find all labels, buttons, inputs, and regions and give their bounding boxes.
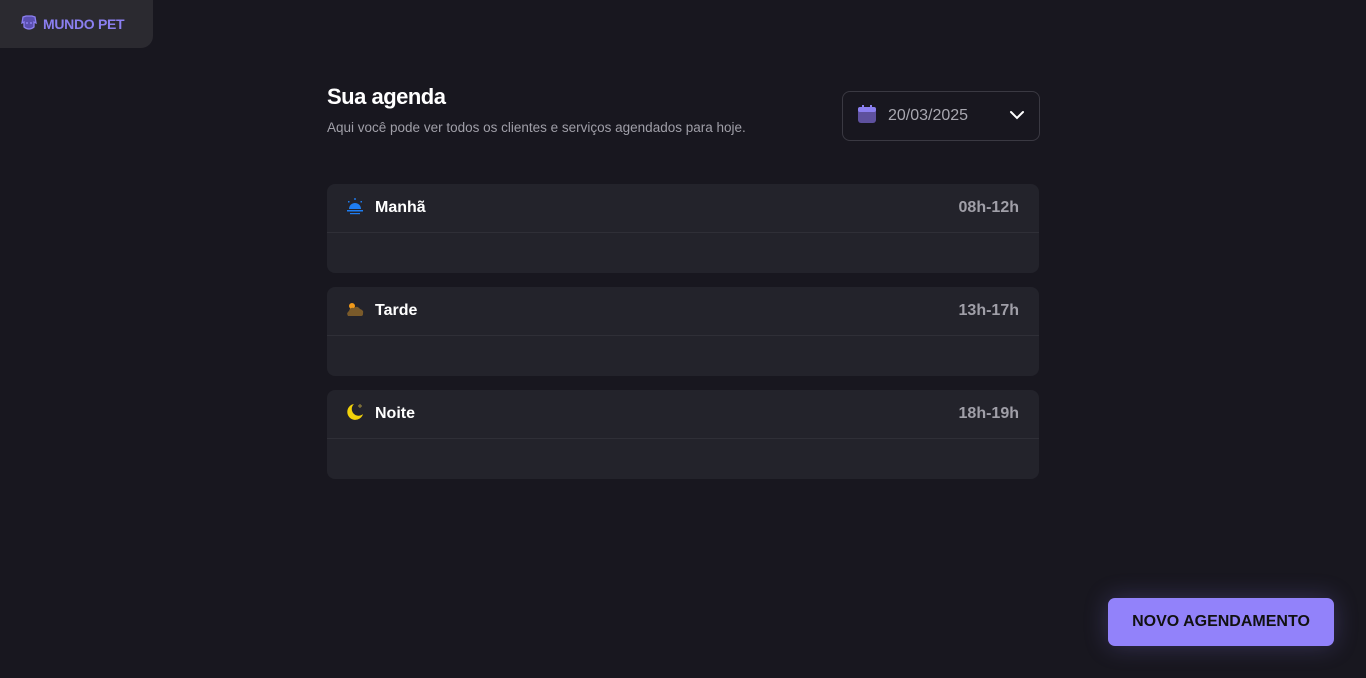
brand-name: MUNDO PET [43,16,125,32]
period-afternoon: Tarde 13h-17h [327,287,1039,376]
new-appointment-button[interactable]: NOVO AGENDAMENTO [1108,598,1334,646]
period-range: 18h-19h [958,405,1019,422]
period-name: Tarde [375,302,418,319]
period-range: 08h-12h [958,199,1019,216]
period-name: Manhã [375,199,426,216]
period-name: Noite [375,405,415,422]
moon-icon [345,402,365,427]
calendar-icon [857,104,877,129]
cloud-sun-icon [345,299,365,324]
date-picker[interactable]: 20/03/2025 [842,91,1040,141]
dog-icon [20,14,38,35]
date-value: 20/03/2025 [888,107,969,124]
sunrise-icon [345,196,365,221]
period-range: 13h-17h [958,302,1019,319]
brand-logo[interactable]: MUNDO PET [0,0,153,48]
period-morning: Manhã 08h-12h [327,184,1039,273]
period-night: Noite 18h-19h [327,390,1039,479]
chevron-down-icon [1009,107,1025,125]
